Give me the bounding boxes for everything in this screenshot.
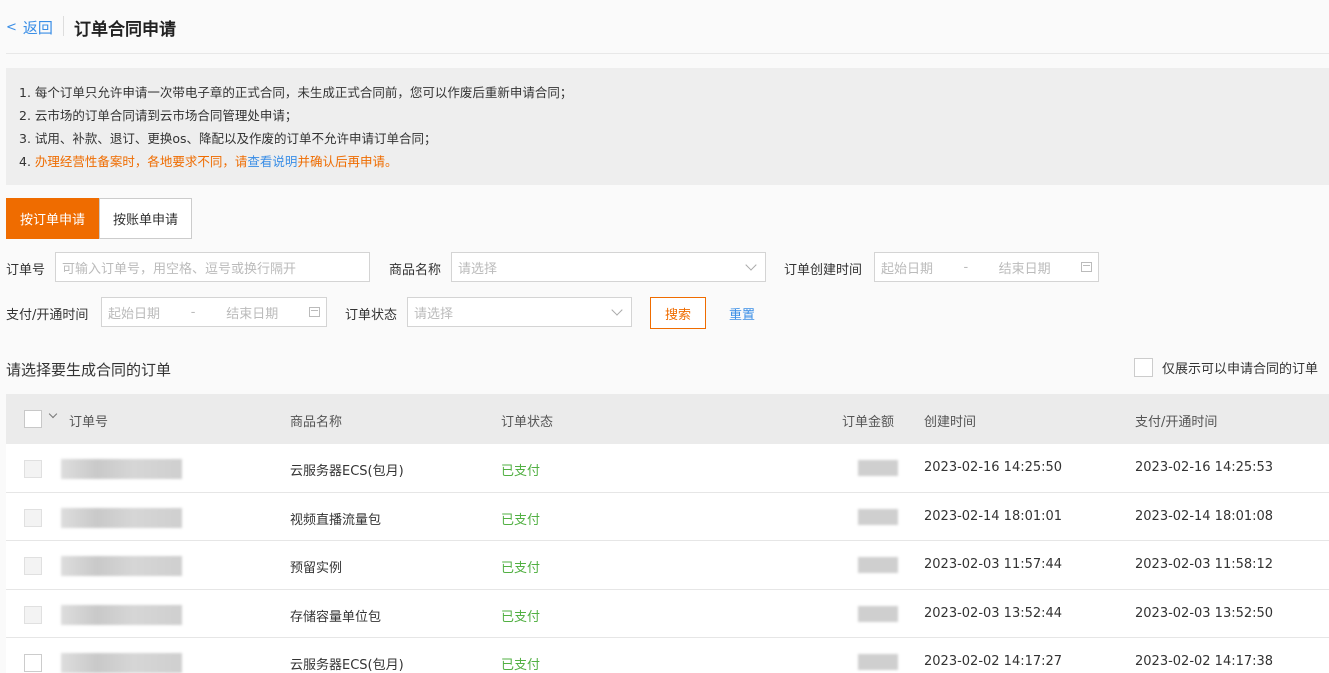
table-row[interactable]: 存储容量单位包 已支付 2023-02-03 13:52:44 2023-02-… — [6, 589, 1329, 638]
calendar-icon — [1081, 262, 1092, 272]
row-paid-time: 2023-02-16 14:25:53 — [1135, 460, 1274, 475]
row-checkbox[interactable] — [24, 460, 42, 478]
notice-warning-b: 并确认后再申请。 — [297, 154, 398, 169]
col-order-no: 订单号 — [69, 415, 109, 430]
apply-mode-tabs: 按订单申请 按账单申请 — [6, 198, 193, 239]
product-select[interactable]: 请选择 — [451, 252, 766, 282]
tab-by-order[interactable]: 按订单申请 — [6, 198, 100, 239]
create-start-date: 起始日期 — [881, 261, 934, 277]
col-status: 订单状态 — [501, 415, 554, 430]
row-created: 2023-02-02 14:17:27 — [924, 654, 1063, 669]
pay-start-date: 起始日期 — [108, 306, 161, 322]
row-product: 云服务器ECS(包月) — [290, 464, 404, 479]
reset-button[interactable]: 重置 — [729, 304, 755, 323]
date-separator: - — [190, 304, 196, 320]
redacted-order-no — [61, 653, 182, 673]
create-time-range[interactable]: 起始日期 - 结束日期 — [874, 252, 1099, 282]
order-no-placeholder: 可输入订单号，用空格、逗号或换行隔开 — [62, 261, 297, 277]
page-title: 订单合同申请 — [74, 20, 176, 40]
row-paid-time: 2023-02-03 13:52:50 — [1135, 605, 1274, 621]
status-select[interactable]: 请选择 — [407, 297, 632, 327]
chevron-down-icon — [611, 304, 623, 316]
table-row[interactable]: 云服务器ECS(包月) 已支付 2023-02-02 14:17:27 2023… — [6, 638, 1329, 673]
select-all-checkbox[interactable] — [24, 410, 42, 428]
row-status: 已支付 — [501, 609, 541, 625]
order-no-input[interactable]: 可输入订单号，用空格、逗号或换行隔开 — [55, 252, 370, 282]
page-header: < 返回 订单合同申请 — [0, 0, 1329, 54]
table-row[interactable]: 视频直播流量包 已支付 2023-02-14 18:01:01 2023-02-… — [6, 492, 1329, 541]
row-product: 存储容量单位包 — [290, 609, 382, 625]
row-status: 已支付 — [501, 658, 541, 673]
row-status: 已支付 — [501, 561, 541, 576]
row-product: 视频直播流量包 — [290, 512, 382, 528]
col-paid: 支付/开通时间 — [1135, 415, 1218, 430]
col-amount: 订单金额 — [842, 415, 895, 430]
row-checkbox[interactable] — [24, 508, 42, 527]
only-eligible-label: 仅展示可以申请合同的订单 — [1162, 362, 1319, 377]
row-product: 云服务器ECS(包月) — [290, 658, 404, 673]
status-label: 订单状态 — [345, 308, 398, 323]
back-link[interactable]: < 返回 — [6, 17, 53, 38]
row-product: 预留实例 — [290, 561, 343, 576]
section-title: 请选择要生成合同的订单 — [6, 361, 172, 379]
only-eligible-toggle[interactable]: 仅展示可以申请合同的订单 — [1134, 358, 1318, 377]
col-product: 商品名称 — [290, 415, 343, 430]
redacted-order-no — [61, 507, 182, 528]
row-paid-time: 2023-02-14 18:01:08 — [1135, 508, 1274, 524]
pay-end-date: 结束日期 — [226, 306, 279, 322]
header-bottom-line — [6, 53, 1329, 54]
redacted-amount — [858, 557, 898, 573]
row-checkbox[interactable] — [24, 654, 42, 672]
chevron-down-icon[interactable] — [48, 409, 58, 419]
table-header: 订单号 商品名称 订单状态 订单金额 创建时间 支付/开通时间 — [6, 394, 1329, 444]
notice-line-2: 2. 云市场的订单合同请到云市场合同管理处申请； — [19, 108, 298, 123]
row-status: 已支付 — [501, 512, 541, 528]
order-no-label: 订单号 — [6, 263, 46, 278]
back-label: 返回 — [22, 19, 53, 37]
row-checkbox[interactable] — [24, 557, 42, 575]
redacted-amount — [858, 508, 898, 525]
row-created: 2023-02-16 14:25:50 — [924, 460, 1063, 475]
notice-warning-a: 办理经营性备案时，各地要求不同，请 — [34, 154, 248, 169]
row-created: 2023-02-03 11:57:44 — [924, 557, 1063, 572]
product-label: 商品名称 — [389, 263, 442, 278]
notice-line-3: 3. 试用、补款、退订、更换os、降配以及作废的订单不允许申请订单合同； — [19, 131, 437, 146]
row-created: 2023-02-14 18:01:01 — [924, 508, 1063, 524]
row-status: 已支付 — [501, 464, 541, 479]
create-time-label: 订单创建时间 — [784, 263, 863, 278]
row-created: 2023-02-03 13:52:44 — [924, 605, 1063, 621]
chevron-left-icon: < — [6, 20, 17, 35]
table-row[interactable]: 云服务器ECS(包月) 已支付 2023-02-16 14:25:50 2023… — [6, 444, 1329, 493]
header-divider — [63, 16, 64, 36]
redacted-order-no — [61, 604, 182, 625]
redacted-amount — [858, 605, 898, 622]
redacted-order-no — [61, 459, 182, 479]
notice-box: 1. 每个订单只允许申请一次带电子章的正式合同，未生成正式合同前，您可以作废后重… — [6, 68, 1329, 185]
view-instructions-link[interactable]: 查看说明 — [247, 154, 297, 169]
row-paid-time: 2023-02-03 11:58:12 — [1135, 557, 1274, 572]
redacted-amount — [858, 460, 898, 476]
date-separator: - — [963, 259, 969, 275]
notice-line-4: 4. 办理经营性备案时，各地要求不同，请查看说明并确认后再申请。 — [19, 150, 1316, 173]
pay-time-range[interactable]: 起始日期 - 结束日期 — [101, 297, 327, 327]
status-placeholder: 请选择 — [414, 306, 454, 322]
calendar-icon — [308, 307, 320, 317]
chevron-down-icon — [745, 259, 757, 271]
search-button[interactable]: 搜索 — [650, 297, 706, 329]
redacted-amount — [858, 654, 898, 670]
tab-by-bill[interactable]: 按账单申请 — [99, 198, 193, 239]
pay-time-label: 支付/开通时间 — [6, 308, 89, 323]
only-eligible-checkbox[interactable] — [1134, 358, 1153, 377]
product-placeholder: 请选择 — [458, 261, 498, 277]
row-checkbox[interactable] — [24, 605, 42, 624]
table-row[interactable]: 预留实例 已支付 2023-02-03 11:57:44 2023-02-03 … — [6, 541, 1329, 590]
redacted-order-no — [61, 556, 182, 576]
notice-line-1: 1. 每个订单只允许申请一次带电子章的正式合同，未生成正式合同前，您可以作废后重… — [19, 85, 573, 100]
row-paid-time: 2023-02-02 14:17:38 — [1135, 654, 1274, 669]
col-created: 创建时间 — [924, 415, 977, 430]
create-end-date: 结束日期 — [998, 261, 1051, 277]
notice-line-4-prefix: 4. — [19, 154, 35, 169]
orders-table: 订单号 商品名称 订单状态 订单金额 创建时间 支付/开通时间 云服务器ECS(… — [6, 394, 1329, 673]
